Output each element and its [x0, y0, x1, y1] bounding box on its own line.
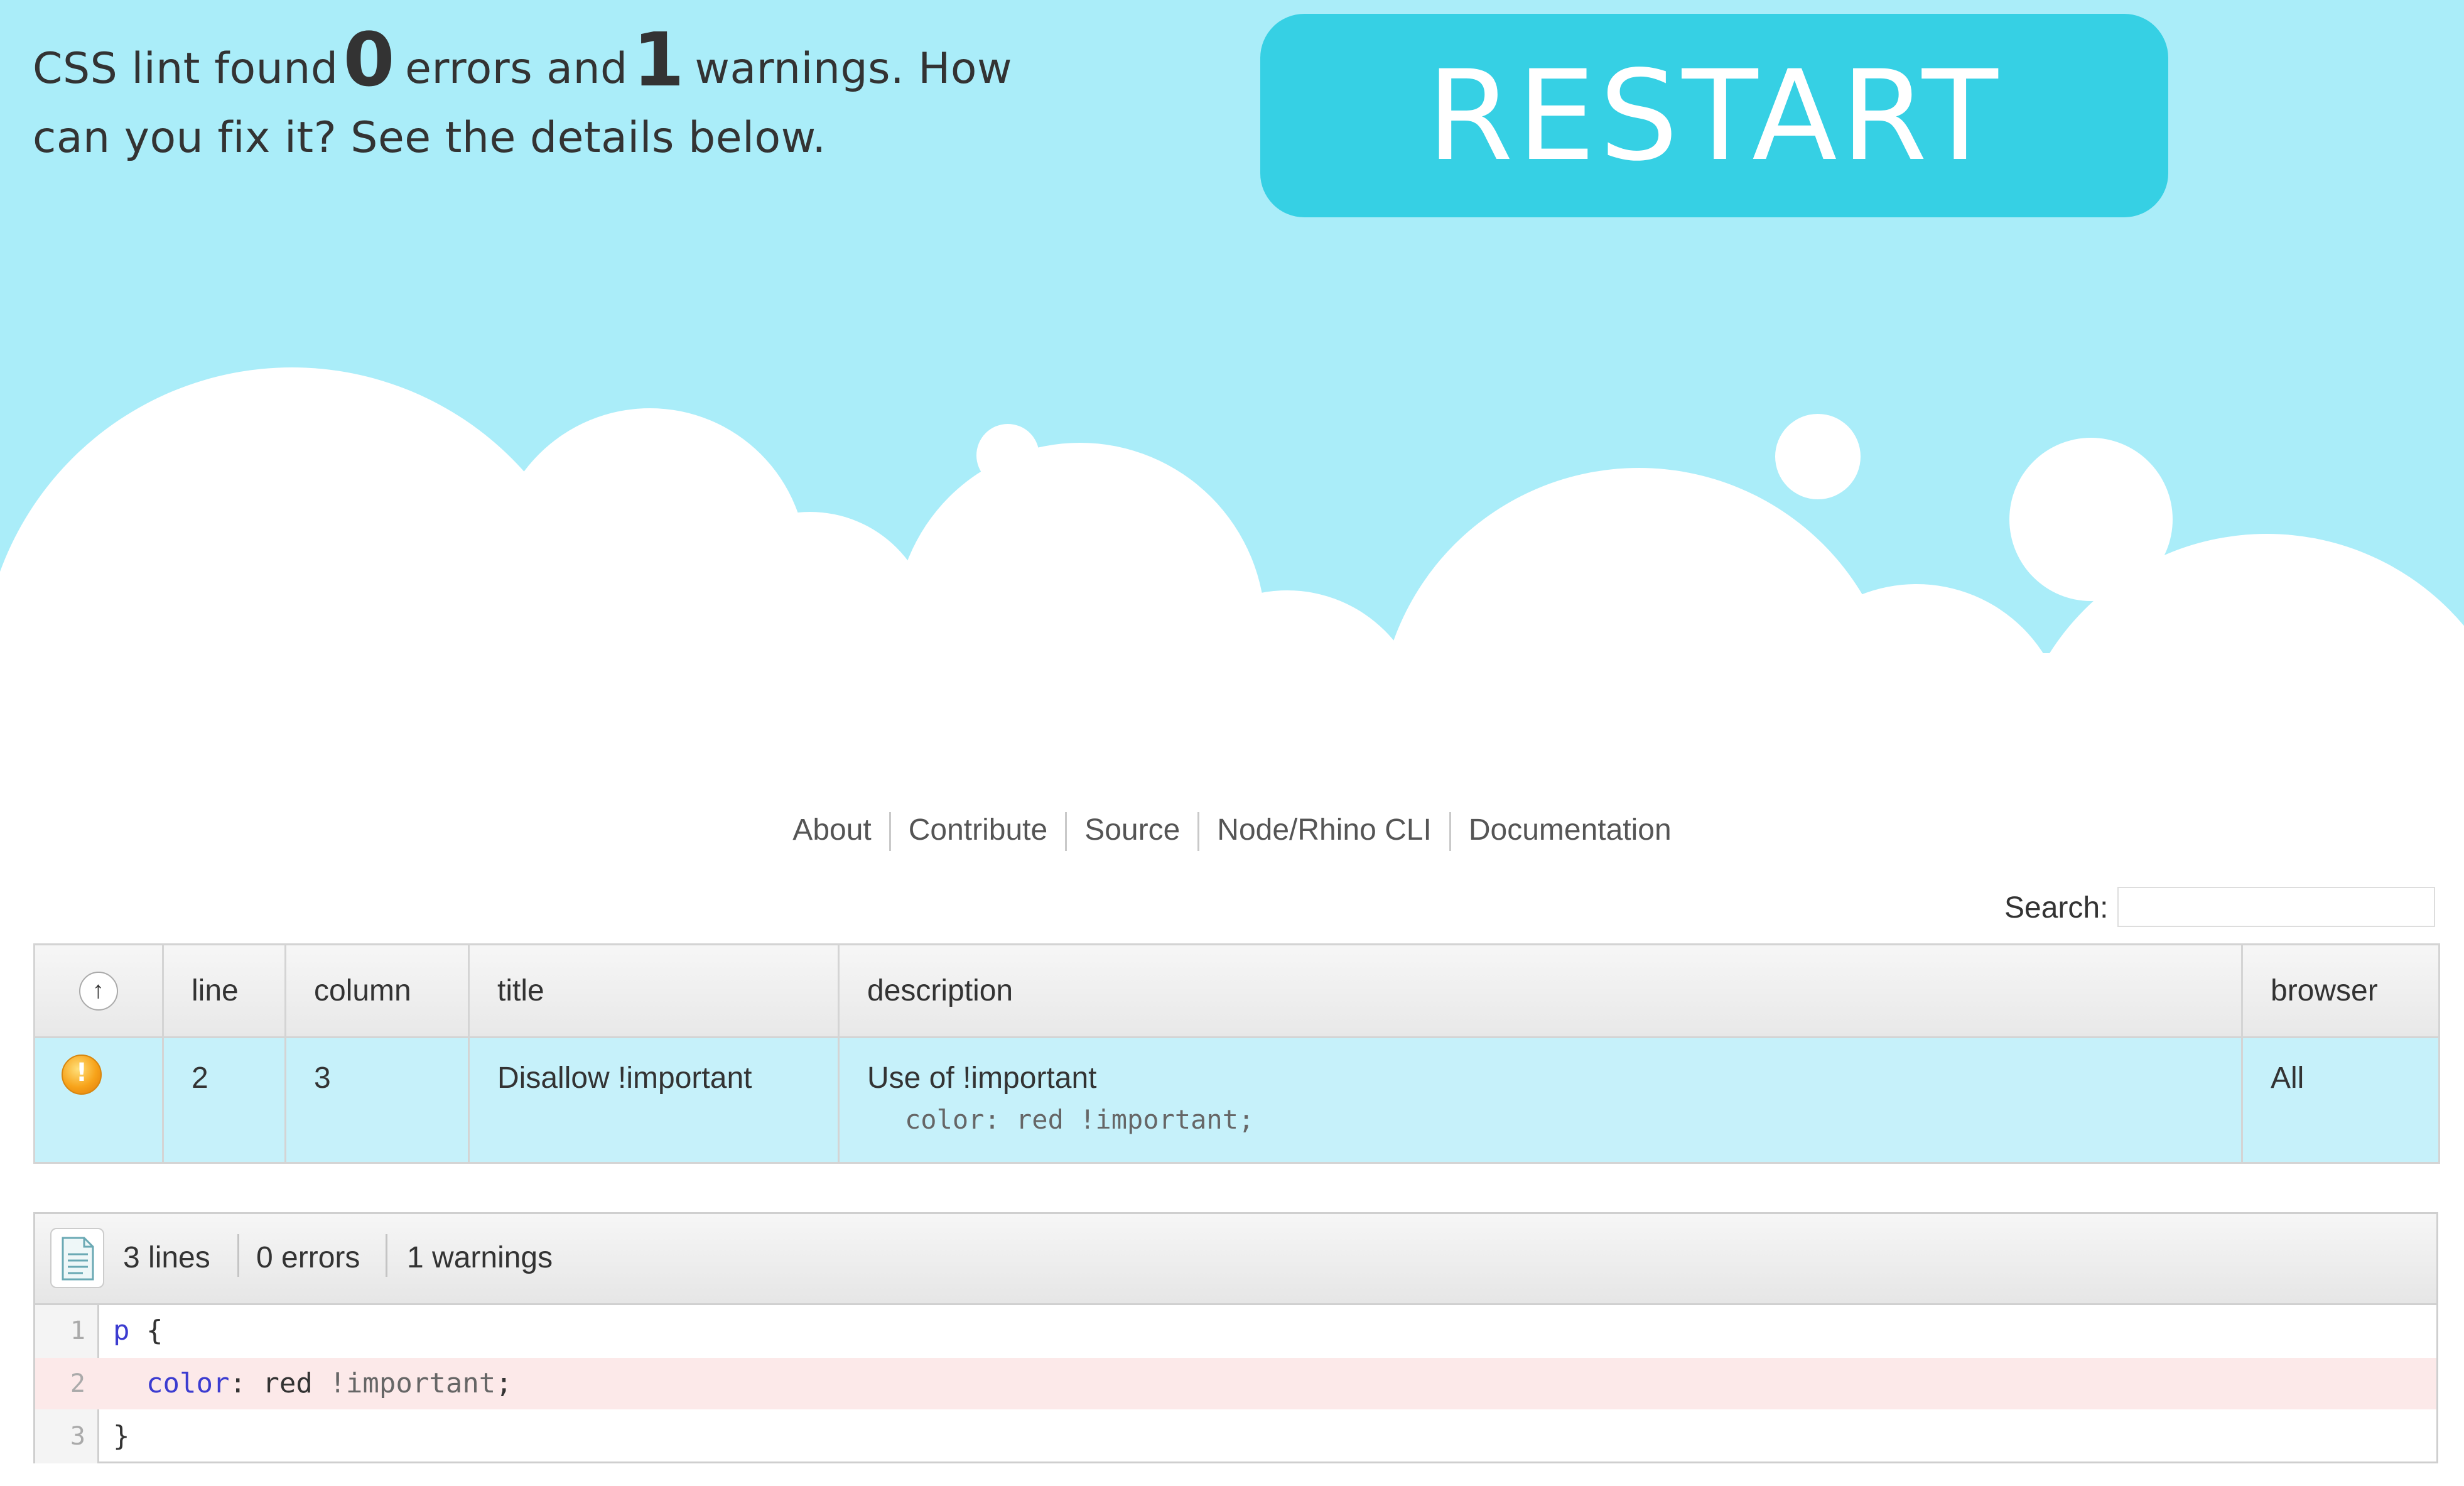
summary-mid: errors and: [405, 44, 628, 94]
code-token-property: color: [146, 1367, 230, 1399]
code-token: {: [129, 1315, 163, 1347]
viewer-toolbar: 3 lines 0 errors 1 warnings: [35, 1214, 2436, 1305]
lines-count: 3 lines: [123, 1241, 210, 1274]
nav-link-documentation[interactable]: Documentation: [1451, 810, 1689, 850]
header-sky: CSS lint found0 errors and1 warnings. How …: [0, 0, 2464, 779]
stat-divider: [386, 1234, 387, 1277]
summary-prefix: CSS lint found: [33, 44, 338, 94]
code-token-important: !important: [329, 1367, 496, 1399]
header-description[interactable]: description: [838, 943, 2243, 1038]
code-line: 1 p {: [35, 1305, 2436, 1357]
header-line[interactable]: line: [162, 943, 286, 1038]
row-title: Disallow !important: [468, 1036, 840, 1164]
code-token-selector: p: [113, 1315, 130, 1347]
header-column[interactable]: column: [284, 943, 470, 1038]
errors-count: 0 errors: [256, 1241, 360, 1274]
row-line: 2: [162, 1036, 286, 1164]
header-sort[interactable]: ↑: [33, 943, 164, 1038]
row-description: Use of !important: [867, 1061, 1097, 1095]
line-number: 3: [70, 1422, 85, 1451]
search-label: Search:: [2004, 891, 2109, 925]
code-text: }: [113, 1411, 130, 1462]
code-text: p {: [113, 1305, 163, 1357]
document-icon: [62, 1237, 94, 1281]
row-column: 3: [284, 1036, 470, 1164]
warning-icon: [62, 1055, 102, 1095]
code-token: }: [113, 1420, 130, 1452]
search-input[interactable]: [2117, 887, 2435, 927]
line-number: 2: [70, 1369, 85, 1398]
stat-divider: [237, 1234, 239, 1277]
table-row: 2 3 Disallow !important Use of !importan…: [33, 1036, 2440, 1164]
code-area: 1 p { 2 color: red !important; 3 }: [35, 1305, 2436, 1463]
row-icon-cell: [33, 1036, 164, 1164]
line-number: 1: [70, 1316, 85, 1345]
code-text: color: red !important;: [113, 1358, 512, 1409]
warning-count: 1: [632, 16, 685, 103]
nav-link-source[interactable]: Source: [1067, 810, 1197, 850]
code-viewer: 3 lines 0 errors 1 warnings 1 p { 2 colo…: [33, 1212, 2438, 1463]
code-token-indent: [113, 1367, 146, 1399]
nav-link-about[interactable]: About: [775, 810, 889, 850]
error-count: 0: [343, 16, 396, 103]
restart-button[interactable]: RESTART: [1260, 14, 2168, 217]
document-icon-button[interactable]: [50, 1228, 104, 1288]
nav-link-contribute[interactable]: Contribute: [891, 810, 1065, 850]
nav-link-cli[interactable]: Node/Rhino CLI: [1199, 810, 1449, 850]
footer-nav: About Contribute Source Node/Rhino CLI Docum…: [0, 810, 2464, 852]
results-table: ↑ line column title description browser …: [33, 943, 2440, 1164]
row-description-cell: Use of !important color: red !important;: [838, 1036, 2243, 1164]
row-evidence: color: red !important;: [905, 1104, 1255, 1135]
warnings-count: 1 warnings: [407, 1241, 553, 1274]
results-header-row: ↑ line column title description browser: [33, 943, 2440, 1038]
code-token-value: : red: [229, 1367, 330, 1399]
lint-summary: CSS lint found0 errors and1 warnings. How …: [33, 23, 1100, 173]
code-line: 3 }: [35, 1411, 2436, 1462]
code-line-highlighted: 2 color: red !important;: [35, 1358, 2436, 1409]
header-title[interactable]: title: [468, 943, 840, 1038]
header-browser[interactable]: browser: [2241, 943, 2440, 1038]
code-token: ;: [495, 1367, 512, 1399]
sort-arrow-icon[interactable]: ↑: [78, 972, 118, 1011]
row-browser: All: [2241, 1036, 2440, 1164]
